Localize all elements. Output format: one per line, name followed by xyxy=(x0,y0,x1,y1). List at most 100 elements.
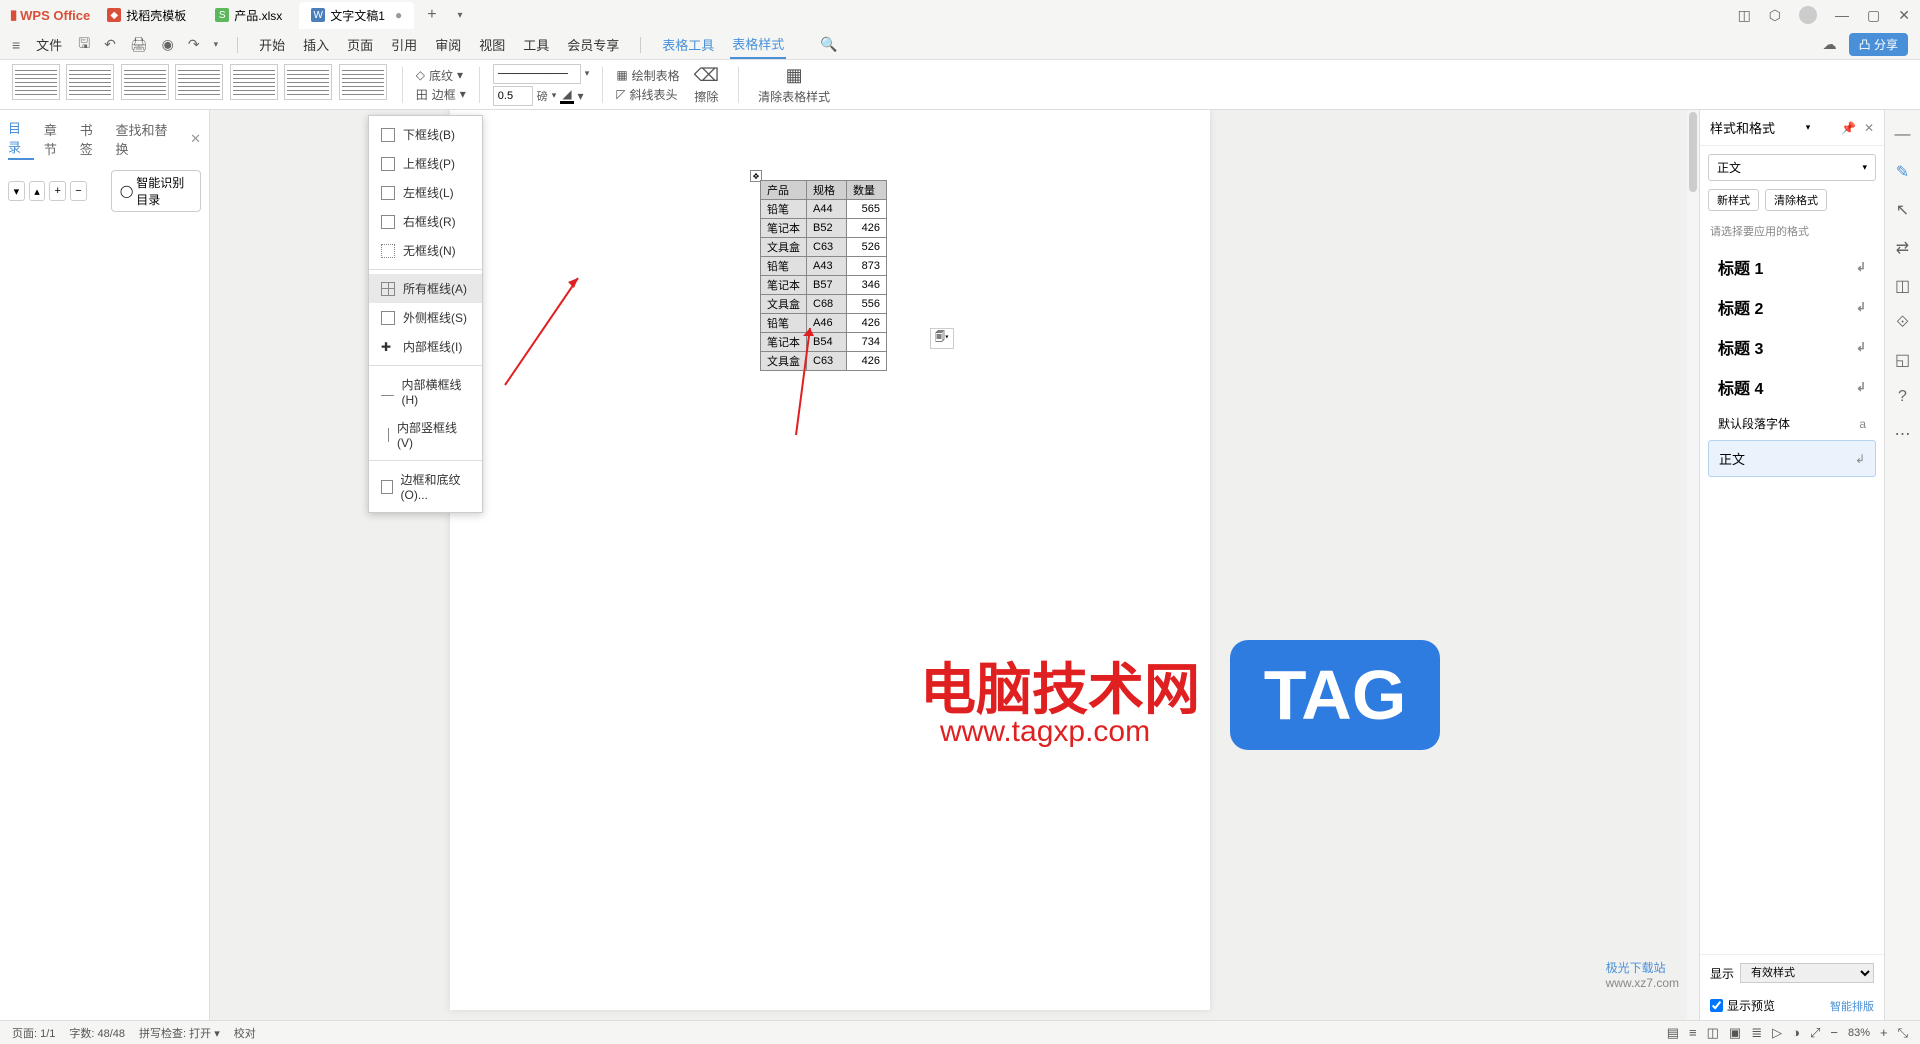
split-icon[interactable]: ◱ xyxy=(1895,350,1910,370)
view-outline-icon[interactable]: ≡ xyxy=(1689,1025,1697,1040)
page-status[interactable]: 页面: 1/1 xyxy=(12,1025,55,1041)
table-options-button[interactable]: 🗐▾ xyxy=(930,328,954,349)
border-top-item[interactable]: 上框线(P) xyxy=(369,149,482,178)
fit-icon[interactable]: ⤢ xyxy=(1810,1025,1820,1041)
zoom-out-button[interactable]: − xyxy=(1830,1025,1838,1040)
add-button[interactable]: + xyxy=(49,181,66,201)
stack-icon[interactable]: ◫ xyxy=(1895,276,1910,296)
menu-review[interactable]: 审阅 xyxy=(433,31,463,58)
close-button[interactable]: ✕ xyxy=(1898,7,1910,24)
border-none-item[interactable]: 无框线(N) xyxy=(369,236,482,265)
tab-spreadsheet[interactable]: S 产品.xlsx xyxy=(203,2,294,29)
table-preset-6[interactable] xyxy=(284,64,332,100)
tab-dropdown[interactable]: ▾ xyxy=(450,10,471,21)
view-page-icon[interactable]: ▤ xyxy=(1667,1025,1679,1041)
avatar-icon[interactable] xyxy=(1799,6,1817,24)
style-heading-3[interactable]: 标题 3↲ xyxy=(1708,327,1876,367)
play-icon[interactable]: ▷ xyxy=(1772,1025,1782,1041)
border-left-item[interactable]: 左框线(L) xyxy=(369,178,482,207)
table-preset-5[interactable] xyxy=(230,64,278,100)
document-table[interactable]: 产品规格数量 铅笔A44565 笔记本B52426 文具盒C63526 铅笔A4… xyxy=(760,180,887,371)
print-icon[interactable]: 🖨 xyxy=(130,36,148,53)
style-default-font[interactable]: 默认段落字体a xyxy=(1708,407,1876,440)
border-bottom-item[interactable]: 下框线(B) xyxy=(369,120,482,149)
cloud-icon[interactable]: ☁ xyxy=(1823,36,1837,53)
display-select[interactable]: 有效样式 xyxy=(1740,963,1874,983)
table-preset-2[interactable] xyxy=(66,64,114,100)
table-preset-1[interactable] xyxy=(12,64,60,100)
menu-insert[interactable]: 插入 xyxy=(301,31,331,58)
close-panel-icon[interactable]: ✕ xyxy=(190,131,201,147)
collapse-button[interactable]: ▾ xyxy=(8,181,25,201)
table-row[interactable]: 文具盒C63426 xyxy=(761,352,887,371)
help-icon[interactable]: ? xyxy=(1898,388,1907,406)
style-heading-1[interactable]: 标题 1↲ xyxy=(1708,247,1876,287)
maximize-button[interactable]: ▢ xyxy=(1867,7,1880,24)
file-menu[interactable]: 文件 xyxy=(34,31,64,58)
hamburger-icon[interactable]: ≡ xyxy=(12,37,20,53)
spell-status[interactable]: 拼写检查: 打开 ▾ xyxy=(139,1025,220,1041)
style-body[interactable]: 正文↲ xyxy=(1708,440,1876,477)
more-icon[interactable]: ⋯ xyxy=(1895,424,1911,444)
pen-icon[interactable]: ✎ xyxy=(1896,162,1909,182)
line-width-input[interactable] xyxy=(493,86,533,106)
collapse-icon[interactable]: — xyxy=(1895,126,1911,144)
minimize-button[interactable]: — xyxy=(1835,7,1849,23)
smart-toc-button[interactable]: ◯ 智能识别目录 xyxy=(111,170,201,212)
word-count[interactable]: 字数: 48/48 xyxy=(69,1025,125,1041)
redo-icon[interactable]: ↷ xyxy=(188,36,200,53)
smart-layout-link[interactable]: 智能排版 xyxy=(1830,998,1874,1014)
menu-table-style[interactable]: 表格样式 xyxy=(730,30,786,59)
view-mode-icon[interactable]: ≣ xyxy=(1751,1025,1762,1041)
undo-icon[interactable]: ↶ xyxy=(104,36,116,53)
dropdown-icon[interactable]: ▾ xyxy=(214,39,219,50)
preview-checkbox[interactable] xyxy=(1710,999,1723,1012)
settings-icon[interactable]: ⇄ xyxy=(1896,238,1909,258)
current-style-select[interactable]: 正文▾ xyxy=(1708,154,1876,181)
menu-page[interactable]: 页面 xyxy=(345,31,375,58)
tab-document[interactable]: W 文字文稿1 ● xyxy=(299,2,414,29)
save-icon[interactable]: 🖫 xyxy=(78,33,90,57)
border-all-item[interactable]: 所有框线(A) xyxy=(369,274,482,303)
panel-icon[interactable]: ◫ xyxy=(1738,7,1751,24)
border-outer-item[interactable]: 外侧框线(S) xyxy=(369,303,482,332)
style-heading-2[interactable]: 标题 2↲ xyxy=(1708,287,1876,327)
shading-button[interactable]: ◇ 底纹 ▾ xyxy=(416,67,466,84)
table-preset-7[interactable] xyxy=(339,64,387,100)
table-row[interactable]: 产品规格数量 xyxy=(761,181,887,200)
border-button[interactable]: 田 边框 ▾ xyxy=(416,86,466,103)
border-dialog-item[interactable]: 边框和底纹(O)... xyxy=(369,465,482,508)
border-inner-h-item[interactable]: 内部横框线(H) xyxy=(369,370,482,413)
comment-icon[interactable]: ◑ xyxy=(1792,1025,1800,1040)
zoom-level[interactable]: 83% xyxy=(1848,1027,1870,1039)
table-row[interactable]: 铅笔A43873 xyxy=(761,257,887,276)
ruler-icon[interactable]: ⟐ xyxy=(1896,314,1909,332)
table-row[interactable]: 笔记本B54734 xyxy=(761,333,887,352)
border-inner-item[interactable]: ✚内部框线(I) xyxy=(369,332,482,361)
clear-style-button[interactable]: ▦ 清除表格样式 xyxy=(752,63,836,107)
vertical-scrollbar[interactable] xyxy=(1687,110,1699,1020)
new-style-button[interactable]: 新样式 xyxy=(1708,189,1759,211)
table-row[interactable]: 笔记本B52426 xyxy=(761,219,887,238)
share-button[interactable]: 凸 分享 xyxy=(1849,33,1908,56)
table-preset-3[interactable] xyxy=(121,64,169,100)
left-tab-toc[interactable]: 目录 xyxy=(8,118,34,160)
clear-format-button[interactable]: 清除格式 xyxy=(1765,189,1827,211)
view-reading-icon[interactable]: ▣ xyxy=(1729,1025,1741,1041)
menu-member[interactable]: 会员专享 xyxy=(565,31,621,58)
diagonal-button[interactable]: ◸ 斜线表头 xyxy=(616,86,679,103)
draw-table-button[interactable]: ▦ 绘制表格 xyxy=(616,67,679,84)
cursor-icon[interactable]: ↖ xyxy=(1896,200,1909,220)
left-tab-find[interactable]: 查找和替换 xyxy=(116,120,181,158)
menu-view[interactable]: 视图 xyxy=(477,31,507,58)
table-row[interactable]: 铅笔A44565 xyxy=(761,200,887,219)
erase-button[interactable]: ⌫ 擦除 xyxy=(688,63,725,107)
pin-icon[interactable]: 📌 xyxy=(1841,121,1856,135)
table-row[interactable]: 文具盒C63526 xyxy=(761,238,887,257)
line-style-input[interactable] xyxy=(493,64,581,84)
scrollbar-thumb[interactable] xyxy=(1689,112,1697,192)
table-preset-4[interactable] xyxy=(175,64,223,100)
menu-reference[interactable]: 引用 xyxy=(389,31,419,58)
table-row[interactable]: 文具盒C68556 xyxy=(761,295,887,314)
cube-icon[interactable]: ⬡ xyxy=(1769,7,1781,24)
